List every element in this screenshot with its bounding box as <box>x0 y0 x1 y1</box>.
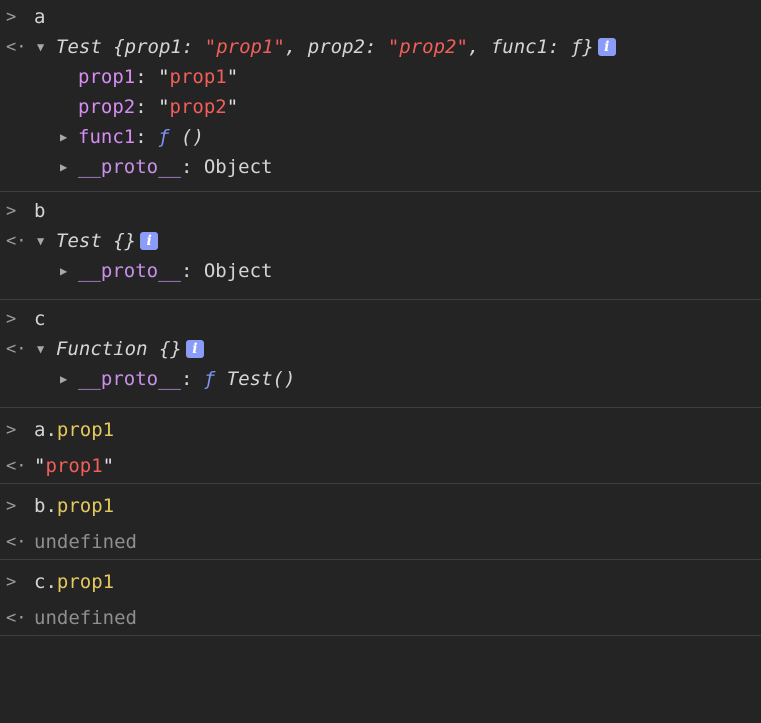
return-arrow-icon: <· <box>6 37 27 57</box>
triangle-right-icon[interactable]: ▶ <box>60 364 67 394</box>
class-name: Function <box>56 338 148 360</box>
property-row: prop1: "prop1" <box>78 66 239 88</box>
function-symbol: ƒ <box>158 126 170 148</box>
input-line: > c.prop1 <box>0 567 761 597</box>
chevron-right-icon: > <box>6 420 17 440</box>
result-value: "prop1" <box>34 455 115 477</box>
object-summary[interactable]: Function {} i <box>56 334 204 364</box>
triangle-down-icon[interactable]: ▼ <box>37 226 44 256</box>
input-line: > a.prop1 <box>0 415 761 445</box>
result-line[interactable]: <· ▼ Function {} i <box>0 334 761 364</box>
input-line: > b <box>0 196 761 226</box>
input-line: > b.prop1 <box>0 491 761 521</box>
console-entry-c: > c <· ▼ Function {} i ▶ __proto__: ƒ Tes… <box>0 300 761 408</box>
input-expression: c.prop1 <box>34 571 115 593</box>
info-icon[interactable]: i <box>597 38 616 56</box>
chevron-right-icon: > <box>6 201 17 221</box>
result-value: undefined <box>34 531 137 553</box>
property-row-proto[interactable]: ▶ __proto__: Object <box>0 152 761 182</box>
input-line: > c <box>0 304 761 334</box>
triangle-right-icon[interactable]: ▶ <box>60 256 67 286</box>
console-entry-b: > b <· ▼ Test {} i ▶ __proto__: Object <box>0 192 761 300</box>
property-row-proto[interactable]: ▶ __proto__: ƒ Test() <box>0 364 761 394</box>
triangle-down-icon[interactable]: ▼ <box>37 334 44 364</box>
input-expression: a <box>34 6 46 28</box>
return-arrow-icon: <· <box>6 532 27 552</box>
class-name: Test <box>56 230 102 252</box>
return-arrow-icon: <· <box>6 608 27 628</box>
input-expression: c <box>34 308 46 330</box>
triangle-right-icon[interactable]: ▶ <box>60 152 67 182</box>
triangle-down-icon[interactable]: ▼ <box>37 32 44 62</box>
info-icon[interactable]: i <box>185 340 204 358</box>
chevron-right-icon: > <box>6 309 17 329</box>
input-expression: b <box>34 200 46 222</box>
chevron-right-icon: > <box>6 496 17 516</box>
object-summary[interactable]: Test {prop1: "prop1", prop2: "prop2", fu… <box>56 32 616 62</box>
return-arrow-icon: <· <box>6 339 27 359</box>
devtools-console: > a <· ▼ Test {prop1: "prop1", prop2: "p… <box>0 0 761 636</box>
return-arrow-icon: <· <box>6 231 27 251</box>
console-entry-c-prop1: > c.prop1 <· undefined <box>0 560 761 636</box>
property-row-proto[interactable]: ▶ __proto__: Object <box>0 256 761 286</box>
result-line: <· "prop1" <box>0 451 761 481</box>
return-arrow-icon: <· <box>6 456 27 476</box>
property-row: prop2: "prop2" <box>78 96 239 118</box>
chevron-right-icon: > <box>6 7 17 27</box>
result-line: <· undefined <box>0 527 761 557</box>
info-icon[interactable]: i <box>140 232 159 250</box>
triangle-right-icon[interactable]: ▶ <box>60 122 67 152</box>
console-entry-a: > a <· ▼ Test {prop1: "prop1", prop2: "p… <box>0 0 761 192</box>
input-line: > a <box>0 2 761 32</box>
result-line[interactable]: <· ▼ Test {prop1: "prop1", prop2: "prop2… <box>0 32 761 62</box>
property-row-func1[interactable]: ▶ func1: ƒ () <box>0 122 761 152</box>
input-expression: b.prop1 <box>34 495 115 517</box>
result-line: <· undefined <box>0 603 761 633</box>
console-entry-b-prop1: > b.prop1 <· undefined <box>0 484 761 560</box>
result-line[interactable]: <· ▼ Test {} i <box>0 226 761 256</box>
object-summary[interactable]: Test {} i <box>56 226 159 256</box>
function-symbol: ƒ <box>203 368 216 390</box>
input-expression: a.prop1 <box>34 419 115 441</box>
result-value: undefined <box>34 607 137 629</box>
chevron-right-icon: > <box>6 572 17 592</box>
console-entry-a-prop1: > a.prop1 <· "prop1" <box>0 408 761 484</box>
class-name: Test <box>56 36 102 58</box>
